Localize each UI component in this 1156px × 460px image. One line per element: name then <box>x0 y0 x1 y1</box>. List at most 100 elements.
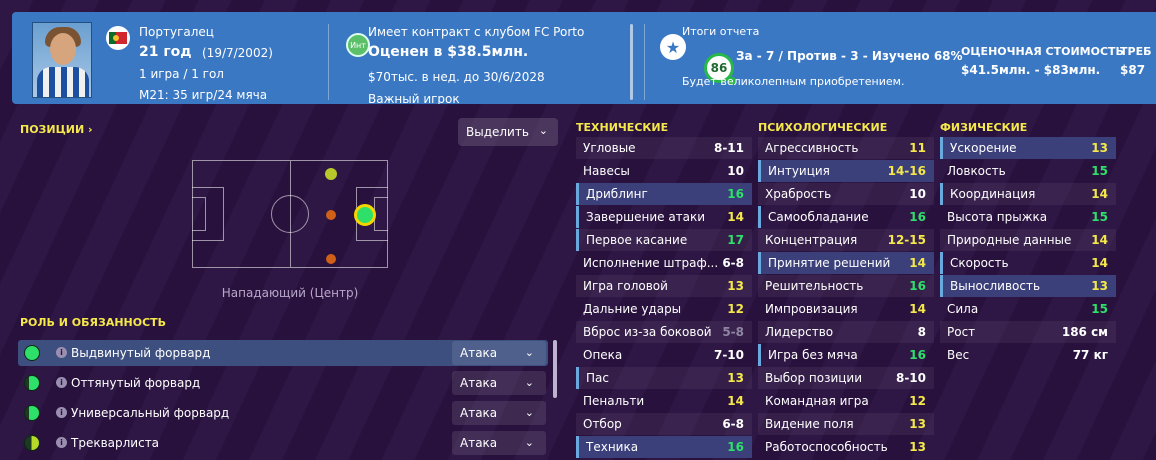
player-value: Оценен в $38.5млн. <box>368 44 529 60</box>
position-dot-ml[interactable] <box>326 254 336 264</box>
attribute-value: 17 <box>727 233 744 247</box>
roles-scrollbar[interactable] <box>553 340 557 398</box>
mental-attribute-row[interactable]: Лидерство 8 <box>758 321 934 343</box>
attribute-name: Работоспособность <box>765 440 888 454</box>
nationality[interactable]: Португалец <box>139 25 214 39</box>
positions-title[interactable]: ПОЗИЦИИ › <box>20 123 93 136</box>
physical-attribute-row[interactable]: Ускорение 13 <box>940 137 1116 159</box>
physical-attribute-row[interactable]: Вес 77 кг <box>940 344 1116 366</box>
player-photo[interactable] <box>32 22 92 98</box>
birth-date: (19/7/2002) <box>202 46 273 60</box>
contract-info[interactable]: Имеет контракт с клубом FC Porto <box>368 25 584 39</box>
attribute-value: 8-10 <box>895 371 926 385</box>
chevron-down-icon: ⌄ <box>524 376 534 389</box>
physical-attribute-row[interactable]: Выносливость 13 <box>940 275 1116 297</box>
mental-attribute-row[interactable]: Игра без мяча 16 <box>758 344 934 366</box>
chevron-down-icon: ⌄ <box>538 124 548 137</box>
roles-title: РОЛЬ И ОБЯЗАННОСТЬ <box>20 316 167 329</box>
mental-attribute-row[interactable]: Самообладание 16 <box>758 206 934 228</box>
physical-attribute-row[interactable]: Сила 15 <box>940 298 1116 320</box>
position-dot-awm[interactable] <box>325 168 337 180</box>
role-row[interactable]: i Трекварлиста Атака ⌄ <box>18 430 548 456</box>
attribute-name: Концентрация <box>765 233 858 247</box>
mental-attribute-row[interactable]: Импровизация 14 <box>758 298 934 320</box>
mental-attribute-row[interactable]: Храбрость 10 <box>758 183 934 205</box>
mental-attribute-row[interactable]: Интуиция 14-16 <box>758 160 934 182</box>
attribute-name: Импровизация <box>765 302 858 316</box>
report-stats: За - 7 / Против - 3 - Изучено 68% <box>736 49 963 63</box>
attribute-value: 15 <box>1091 210 1108 224</box>
technical-attribute-row[interactable]: Исполнение штраф... 6-8 <box>576 252 752 274</box>
attribute-value: 16 <box>909 348 926 362</box>
attribute-value: 8 <box>917 325 926 339</box>
report-note: Будет великолепным приобретением. <box>682 75 905 88</box>
chevron-right-icon: › <box>88 123 93 136</box>
technical-attribute-row[interactable]: Опека 7-10 <box>576 344 752 366</box>
technical-attribute-row[interactable]: Навесы 10 <box>576 160 752 182</box>
duty-select[interactable]: Атака ⌄ <box>452 401 546 425</box>
player-header: Португалец 21 год (19/7/2002) 1 игра / 1… <box>12 12 1156 104</box>
attribute-name: Игра головой <box>583 279 668 293</box>
age: 21 год <box>139 44 192 60</box>
role-row[interactable]: i Выдвинутый форвард Атака ⌄ <box>18 340 548 366</box>
attribute-name: Завершение атаки <box>586 210 706 224</box>
technical-attribute-row[interactable]: Дальние удары 12 <box>576 298 752 320</box>
role-suitability-icon <box>24 375 40 391</box>
info-icon[interactable]: i <box>56 407 67 418</box>
attribute-value: 15 <box>1091 164 1108 178</box>
role-row[interactable]: i Универсальный форвард Атака ⌄ <box>18 400 548 426</box>
technical-attribute-row[interactable]: Завершение атаки 14 <box>576 206 752 228</box>
technical-attribute-row[interactable]: Первое касание 17 <box>576 229 752 251</box>
physical-attribute-row[interactable]: Ловкость 15 <box>940 160 1116 182</box>
technical-attribute-row[interactable]: Пенальти 14 <box>576 390 752 412</box>
attribute-value: 12 <box>727 302 744 316</box>
attribute-value: 12 <box>909 394 926 408</box>
info-icon[interactable]: i <box>56 377 67 388</box>
info-icon[interactable]: i <box>56 437 67 448</box>
technical-attribute-row[interactable]: Пас 13 <box>576 367 752 389</box>
attribute-name: Угловые <box>583 141 636 155</box>
mental-attribute-row[interactable]: Выбор позиции 8-10 <box>758 367 934 389</box>
attribute-value: 13 <box>727 371 744 385</box>
technical-attribute-row[interactable]: Игра головой 13 <box>576 275 752 297</box>
role-row[interactable]: i Оттянутый форвард Атака ⌄ <box>18 370 548 396</box>
mental-attribute-row[interactable]: Видение поля 13 <box>758 413 934 435</box>
technical-attribute-row[interactable]: Угловые 8-11 <box>576 137 752 159</box>
duty-select[interactable]: Атака ⌄ <box>452 431 546 455</box>
attribute-value: 8-11 <box>713 141 744 155</box>
physical-attribute-row[interactable]: Рост 186 см <box>940 321 1116 343</box>
position-pitch <box>192 160 388 268</box>
mental-attribute-row[interactable]: Решительность 16 <box>758 275 934 297</box>
highlight-select[interactable]: Выделить ⌄ <box>458 118 558 146</box>
mental-attribute-row[interactable]: Принятие решений 14 <box>758 252 934 274</box>
mental-attribute-row[interactable]: Командная игра 12 <box>758 390 934 412</box>
duty-select[interactable]: Атака ⌄ <box>452 341 546 365</box>
mental-attribute-row[interactable]: Концентрация 12-15 <box>758 229 934 251</box>
physical-attribute-row[interactable]: Координация 14 <box>940 183 1116 205</box>
physical-attribute-row[interactable]: Высота прыжка 15 <box>940 206 1116 228</box>
technical-attribute-row[interactable]: Вброс из-за боковой 5-8 <box>576 321 752 343</box>
attribute-value: 13 <box>1091 279 1108 293</box>
attribute-name: Ловкость <box>947 164 1006 178</box>
position-dot-amc[interactable] <box>326 210 336 220</box>
physical-attribute-row[interactable]: Скорость 14 <box>940 252 1116 274</box>
attribute-value: 10 <box>727 164 744 178</box>
technical-attribute-row[interactable]: Отбор 6-8 <box>576 413 752 435</box>
attribute-value: 13 <box>727 279 744 293</box>
portugal-flag-icon[interactable] <box>106 26 130 50</box>
attribute-name: Пенальти <box>583 394 645 408</box>
estimated-value: $41.5млн. - $83млн. <box>961 63 1101 77</box>
technical-attribute-row[interactable]: Дриблинг 16 <box>576 183 752 205</box>
attribute-value: 14 <box>1091 187 1108 201</box>
physical-attribute-row[interactable]: Природные данные 14 <box>940 229 1116 251</box>
divider <box>328 24 329 100</box>
mental-attribute-row[interactable]: Работоспособность 13 <box>758 436 934 458</box>
attribute-name: Дриблинг <box>586 187 648 201</box>
attribute-name: Техника <box>586 440 639 454</box>
position-dot-st[interactable] <box>354 204 376 226</box>
header-scrollbar[interactable] <box>630 24 633 100</box>
info-icon[interactable]: i <box>56 347 67 358</box>
technical-attribute-row[interactable]: Техника 16 <box>576 436 752 458</box>
duty-select[interactable]: Атака ⌄ <box>452 371 546 395</box>
mental-attribute-row[interactable]: Агрессивность 11 <box>758 137 934 159</box>
